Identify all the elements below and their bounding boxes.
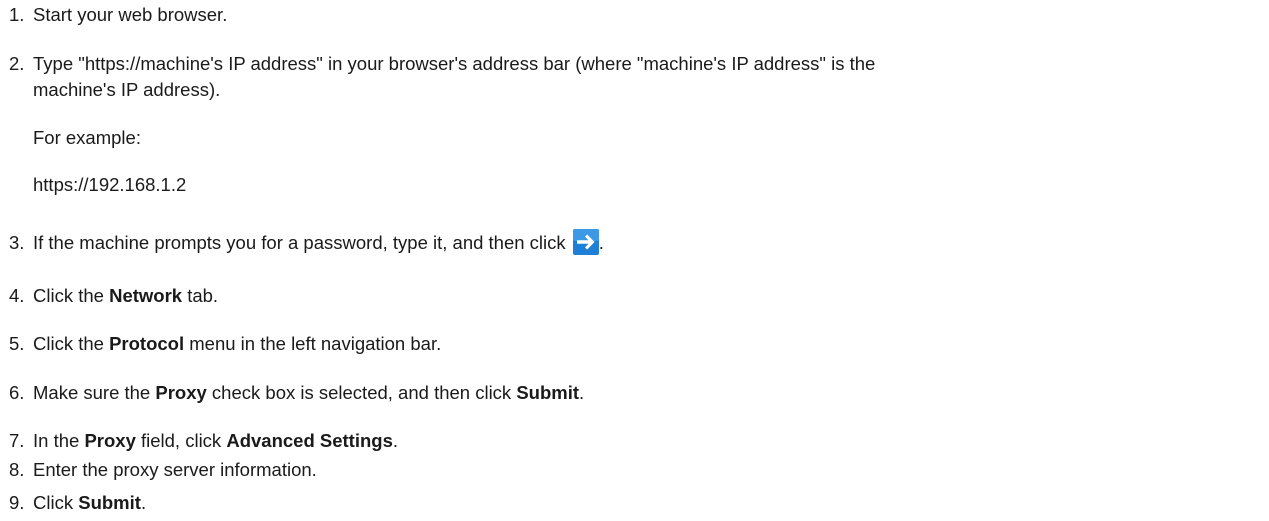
step-text: If the machine prompts you for a passwor… <box>33 229 1260 256</box>
step-number: 6. <box>9 382 25 403</box>
step-number: 4. <box>9 285 25 306</box>
step-text-part: Make sure the <box>33 382 156 403</box>
step-text: Click Submit. <box>33 490 1260 516</box>
step-text: Click the Protocol menu in the left navi… <box>33 331 1260 357</box>
step-text-part: . <box>579 382 585 403</box>
step-text-part: If the machine prompts you for a passwor… <box>33 232 571 253</box>
step-text-part: Click the <box>33 333 110 354</box>
ui-term-protocol: Protocol <box>109 333 185 354</box>
ui-term-advanced-settings: Advanced Settings <box>226 430 393 451</box>
step-text-part: menu in the left navigation bar. <box>184 333 442 354</box>
step-number: 2. <box>9 53 25 74</box>
step-number: 1. <box>9 4 25 25</box>
step-text-part: tab. <box>182 285 219 306</box>
step-text-part: . <box>598 232 604 253</box>
step-number: 8. <box>9 459 25 480</box>
step-text-part: check box is selected, and then click <box>206 382 517 403</box>
step-number: 9. <box>9 492 25 513</box>
step-number: 7. <box>9 430 25 451</box>
step-text-part: . <box>392 430 399 451</box>
step-text: Start your web browser. <box>33 4 228 25</box>
step-text-part: Click the <box>33 285 110 306</box>
step-text: Click the Network tab. <box>33 283 1260 309</box>
step-number: 3. <box>9 232 25 253</box>
step-text-part: field, click <box>135 430 227 451</box>
ui-term-network: Network <box>109 285 183 306</box>
step-text: Make sure the Proxy check box is selecte… <box>33 380 1260 406</box>
step-text-part: In the <box>33 430 85 451</box>
step-text: Enter the proxy server information. <box>33 459 317 480</box>
step-text-line: machine's IP address). <box>33 79 221 100</box>
step-text-line: Type "https://machine's IP address" in y… <box>33 53 876 74</box>
ui-term-proxy: Proxy <box>155 382 207 403</box>
arrow-right-icon <box>572 229 599 256</box>
step-text: In the Proxy field, click Advanced Setti… <box>33 428 1260 454</box>
step-text: Type "https://machine's IP address" in y… <box>33 51 1260 103</box>
ui-term-submit: Submit <box>516 382 580 403</box>
ui-term-proxy: Proxy <box>84 430 136 451</box>
step-text-part: Click <box>33 492 79 513</box>
example-label: For example: <box>33 127 141 148</box>
example-url: https://192.168.1.2 <box>33 174 187 195</box>
step-number: 5. <box>9 333 25 354</box>
ui-term-submit: Submit <box>78 492 141 513</box>
step-text-part: . <box>140 492 147 513</box>
